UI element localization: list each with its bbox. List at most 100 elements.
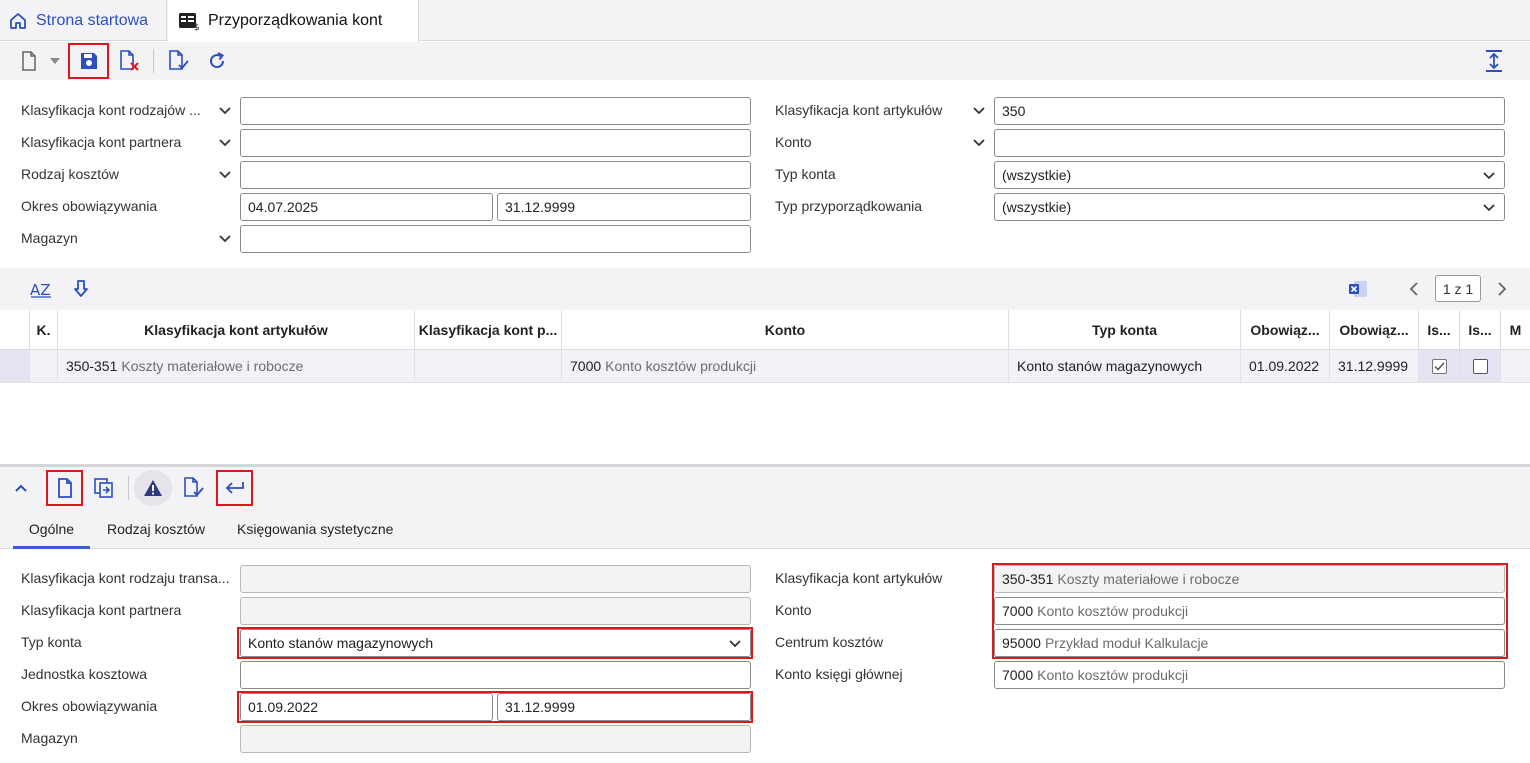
column-header-valid-to[interactable]: Obowiąz... xyxy=(1330,310,1419,350)
tab-general[interactable]: Ogólne xyxy=(13,509,90,549)
duplicate-button[interactable] xyxy=(87,471,121,505)
table-cell-partner[interactable] xyxy=(415,350,562,383)
detail-valid-from-input[interactable]: 01.09.2022 xyxy=(240,693,493,721)
table-cell-account-type[interactable]: Konto stanów magazynowych xyxy=(1009,350,1241,383)
detail-cost-unit-input[interactable] xyxy=(240,661,751,689)
chevron-down-icon[interactable] xyxy=(972,136,986,150)
previous-page-button[interactable] xyxy=(1397,272,1431,306)
filter-label-warehouse: Magazyn xyxy=(21,230,78,246)
chevron-down-icon[interactable] xyxy=(218,136,232,150)
sort-button[interactable]: AZ xyxy=(24,272,58,306)
account-desc: Konto kosztów produkcji xyxy=(605,358,757,374)
filter-label-partner-class: Klasyfikacja kont partnera xyxy=(21,134,182,150)
warnings-button[interactable] xyxy=(134,470,172,506)
tab-account-assignments[interactable]: $ Przyporządkowania kont xyxy=(168,0,419,42)
excel-export-button[interactable] xyxy=(1341,272,1375,306)
pagination-indicator[interactable]: 1 z 1 xyxy=(1435,275,1481,302)
excel-icon xyxy=(1349,281,1367,297)
new-dropdown-button[interactable] xyxy=(44,44,66,78)
detail-account-type-value: Konto stanów magazynowych xyxy=(248,635,434,651)
filter-warehouse-input[interactable] xyxy=(240,225,751,253)
filter-article-class-input[interactable]: 350 xyxy=(994,97,1505,125)
table-cell-is2 xyxy=(1460,350,1501,383)
chevron-down-icon xyxy=(729,640,741,648)
detail-label-gl-account: Konto księgi głównej xyxy=(775,666,903,682)
detail-gl-account-input[interactable]: 7000 Konto kosztów produkcji xyxy=(994,661,1505,689)
sort-az-icon: AZ xyxy=(30,281,51,299)
home-icon xyxy=(10,12,26,29)
validate-record-button[interactable] xyxy=(176,471,210,505)
is1-checkbox[interactable] xyxy=(1431,358,1447,374)
tab-system-postings[interactable]: Księgowania systetyczne xyxy=(237,509,393,549)
detail-account-type-select[interactable]: Konto stanów magazynowych xyxy=(240,629,751,657)
table-cell-m[interactable] xyxy=(1501,350,1530,383)
table-cell-valid-to[interactable]: 31.12.9999 xyxy=(1330,350,1419,383)
toolbar-separator xyxy=(153,49,154,73)
filter-label-transaction-class: Klasyfikacja kont rodzajów ... xyxy=(21,102,201,118)
tab-active-label: Przyporządkowania kont xyxy=(208,12,383,29)
apply-button[interactable] xyxy=(216,470,253,506)
download-button[interactable] xyxy=(64,272,98,306)
detail-cost-center-desc: Przykład moduł Kalkulacje xyxy=(1044,635,1209,651)
detail-valid-to-input[interactable]: 31.12.9999 xyxy=(497,693,751,721)
filter-assignment-type-value: (wszystkie) xyxy=(1002,199,1072,215)
detail-tabs: Ogólne Rodzaj kosztów Księgowania systet… xyxy=(0,509,1530,549)
filter-account-type-select[interactable]: (wszystkie) xyxy=(994,161,1505,189)
filter-valid-from-input[interactable]: 04.07.2025 xyxy=(240,193,493,221)
refresh-icon xyxy=(210,52,225,69)
collapse-button[interactable] xyxy=(4,471,38,505)
detail-account-input[interactable]: 7000 Konto kosztów produkcji xyxy=(994,597,1505,625)
chevron-down-icon[interactable] xyxy=(972,104,986,118)
tab-cost-type[interactable]: Rodzaj kosztów xyxy=(107,509,205,549)
column-header-is2[interactable]: Is... xyxy=(1460,310,1501,350)
next-page-button[interactable] xyxy=(1485,272,1519,306)
table-cell-is1 xyxy=(1419,350,1460,383)
save-icon xyxy=(80,53,97,69)
column-header-select[interactable] xyxy=(0,310,30,350)
detail-label-transaction-class: Klasyfikacja kont rodzaju transa... xyxy=(21,570,230,586)
column-header-article-class[interactable]: Klasyfikacja kont artykułów xyxy=(58,310,415,350)
column-header-account-type[interactable]: Typ konta xyxy=(1009,310,1241,350)
detail-gl-code: 7000 xyxy=(1002,667,1034,683)
table-cell[interactable] xyxy=(30,350,58,383)
detail-cost-center-input[interactable]: 95000 Przykład moduł Kalkulacje xyxy=(994,629,1505,657)
filter-transaction-class-input[interactable] xyxy=(240,97,751,125)
new-record-button[interactable] xyxy=(46,470,83,506)
detail-account-code: 7000 xyxy=(1002,603,1034,619)
grid-toolbar: AZ 1 z 1 xyxy=(0,268,1530,310)
chevron-down-icon[interactable] xyxy=(218,232,232,246)
filter-partner-class-input[interactable] xyxy=(240,129,751,157)
column-header-k[interactable]: K. xyxy=(30,310,58,350)
filter-account-input[interactable] xyxy=(994,129,1505,157)
table-cell-article-class[interactable]: 350-351 Koszty materiałowe i robocze xyxy=(58,350,415,383)
filter-cost-type-input[interactable] xyxy=(240,161,751,189)
column-header-account[interactable]: Konto xyxy=(562,310,1009,350)
column-header-valid-from[interactable]: Obowiąz... xyxy=(1241,310,1330,350)
column-header-partner-class[interactable]: Klasyfikacja kont p... xyxy=(415,310,562,350)
save-button[interactable] xyxy=(68,43,109,79)
chevron-right-icon xyxy=(1498,282,1507,296)
detail-label-article-class: Klasyfikacja kont artykułów xyxy=(775,570,943,586)
tab-home[interactable]: Strona startowa xyxy=(0,0,167,41)
refresh-button[interactable] xyxy=(200,44,234,78)
filter-panel: Klasyfikacja kont rodzajów ... Klasyfika… xyxy=(0,80,1530,268)
is2-checkbox[interactable] xyxy=(1472,358,1488,374)
filter-account-type-value: (wszystkie) xyxy=(1002,167,1072,183)
table-cell-valid-from[interactable]: 01.09.2022 xyxy=(1241,350,1330,383)
new-document-button[interactable] xyxy=(12,44,46,78)
new-document-icon xyxy=(57,478,72,498)
detail-transaction-class-field xyxy=(240,565,751,593)
column-header-is1[interactable]: Is... xyxy=(1419,310,1460,350)
row-selector[interactable] xyxy=(0,350,30,383)
table-cell-account[interactable]: 7000 Konto kosztów produkcji xyxy=(562,350,1009,383)
filter-assignment-type-select[interactable]: (wszystkie) xyxy=(994,193,1505,221)
chevron-down-icon[interactable] xyxy=(218,168,232,182)
discard-button[interactable] xyxy=(112,44,146,78)
expand-height-button[interactable] xyxy=(1477,44,1511,78)
validate-button[interactable] xyxy=(161,44,195,78)
discard-document-icon xyxy=(120,50,139,71)
filter-valid-to-input[interactable]: 31.12.9999 xyxy=(497,193,751,221)
new-document-icon xyxy=(22,51,36,71)
column-header-m[interactable]: M xyxy=(1501,310,1530,350)
chevron-down-icon[interactable] xyxy=(218,104,232,118)
